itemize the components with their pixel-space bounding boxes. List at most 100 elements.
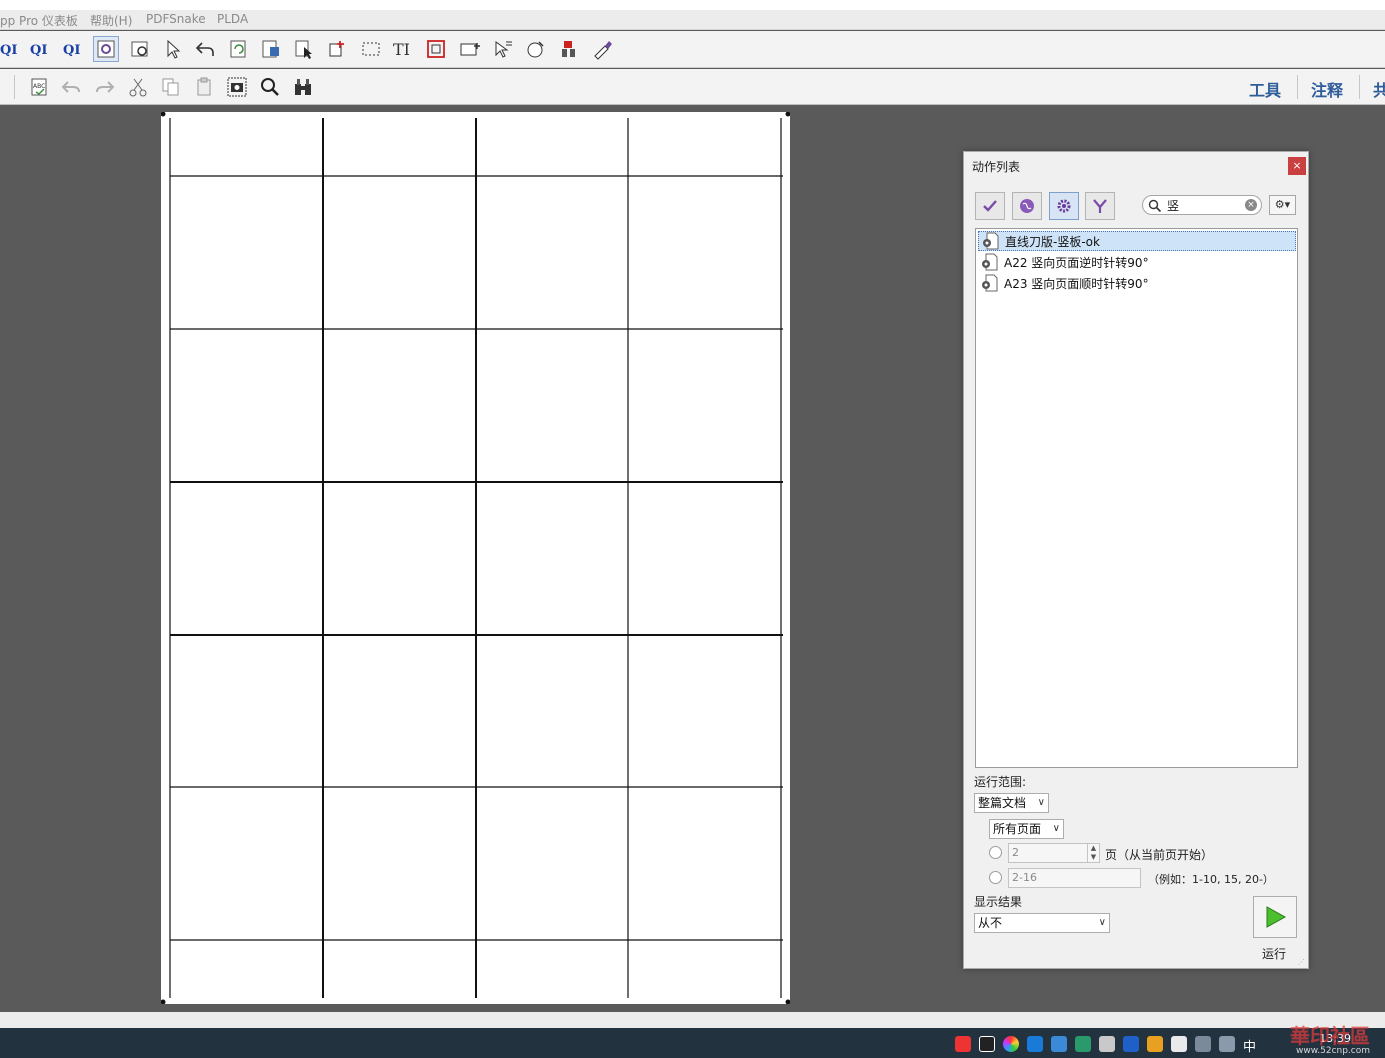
list-item[interactable]: 直线刀版-竖板-ok: [978, 231, 1296, 251]
search-input[interactable]: [1167, 197, 1245, 213]
action-file-icon: [982, 253, 998, 271]
toolbar-primary: QI QI QI TI: [0, 31, 1385, 68]
quite-imposing-icon-3[interactable]: QI: [59, 36, 85, 62]
find-binoculars-icon[interactable]: [290, 74, 316, 100]
watermark-url: www.52cnp.com: [1296, 1046, 1371, 1056]
run-button[interactable]: [1253, 896, 1297, 938]
clear-search-icon[interactable]: ×: [1245, 199, 1257, 211]
action-file-icon: [982, 274, 998, 292]
options-menu-button[interactable]: ⚙▾: [1269, 195, 1296, 215]
stamp-tool-icon[interactable]: [589, 36, 615, 62]
thunder-tray-icon[interactable]: [1027, 1036, 1043, 1052]
rotate-page-icon[interactable]: [225, 36, 251, 62]
select-arrow-icon[interactable]: [160, 36, 186, 62]
spell-check-icon[interactable]: ABC: [26, 74, 52, 100]
show-result-value: 从不: [978, 916, 1003, 930]
menu-help[interactable]: 帮助(H): [90, 12, 132, 29]
taskbar: 中 13:39: [0, 1028, 1385, 1058]
bluetooth-tray-icon[interactable]: [1123, 1036, 1139, 1052]
action-list[interactable]: 直线刀版-竖板-ok A22 竖向页面逆时针转90° A23 竖向页面顺时针转9…: [975, 228, 1298, 768]
dialog-titlebar[interactable]: 动作列表 ×: [964, 152, 1308, 178]
svg-text:TI: TI: [393, 40, 410, 59]
window-title-strip: [0, 0, 1385, 10]
chevron-down-icon: ∨: [1037, 797, 1045, 808]
chevron-down-icon: ∨: [1098, 917, 1106, 928]
marquee-select-icon[interactable]: [358, 36, 384, 62]
action-label: A23 竖向页面顺时针转90°: [1004, 276, 1149, 291]
page-range-input[interactable]: 2-16: [1008, 868, 1141, 888]
quite-imposing-icon-1[interactable]: QI: [0, 36, 22, 62]
pages-select-value: 所有页面: [993, 822, 1042, 836]
measure-tool-icon[interactable]: [556, 36, 582, 62]
page-range-radio[interactable]: [989, 871, 1002, 884]
comment-link[interactable]: 注释: [1311, 77, 1343, 101]
settings-actions-button[interactable]: [1049, 192, 1079, 220]
tools-link[interactable]: 工具: [1249, 77, 1281, 101]
scope-select[interactable]: 整篇文档 ∨: [974, 793, 1049, 813]
search-icon[interactable]: [257, 74, 283, 100]
menu-dashboard[interactable]: pp Pro 仪表板: [0, 12, 78, 29]
action-search-box[interactable]: ×: [1142, 195, 1262, 215]
check-actions-button[interactable]: [975, 192, 1005, 220]
ve-tray-icon[interactable]: [1171, 1036, 1187, 1052]
close-button[interactable]: ×: [1288, 157, 1306, 175]
quite-imposing-icon-2[interactable]: QI: [26, 36, 52, 62]
undo-icon[interactable]: [58, 74, 84, 100]
form-field-icon[interactable]: [457, 36, 483, 62]
list-item[interactable]: A23 竖向页面顺时针转90°: [978, 273, 1296, 293]
resize-grip-icon[interactable]: ⋰: [1298, 958, 1306, 966]
page-insert-icon[interactable]: [258, 36, 284, 62]
menu-plda[interactable]: PLDA: [217, 12, 248, 26]
list-item[interactable]: A22 竖向页面逆时针转90°: [978, 252, 1296, 272]
status-bar: [0, 1012, 1385, 1028]
show-result-select[interactable]: 从不 ∨: [974, 913, 1110, 933]
checkmark-icon: [983, 200, 997, 212]
folder-tray-icon[interactable]: [1099, 1036, 1115, 1052]
object-select-icon[interactable]: [423, 36, 449, 62]
snapshot-icon[interactable]: [224, 74, 250, 100]
chevron-down-icon: ∨: [1052, 823, 1060, 834]
svg-text:QI: QI: [30, 43, 47, 58]
spinner-arrows-icon[interactable]: ▲ ▼: [1087, 844, 1099, 862]
document-page[interactable]: [161, 112, 790, 1004]
show-result-label: 显示结果: [974, 895, 1023, 909]
qq-tray-icon[interactable]: [979, 1036, 995, 1052]
preview-icon[interactable]: [127, 36, 153, 62]
crop-box-icon[interactable]: [324, 36, 350, 62]
page-count-radio[interactable]: [989, 846, 1002, 859]
filter-actions-button[interactable]: [1085, 192, 1115, 220]
toolbar-secondary: ABC 工具 注释 共: [0, 69, 1385, 105]
app-tray-icon[interactable]: [1051, 1036, 1067, 1052]
menu-pdfsnake[interactable]: PDFSnake: [146, 12, 206, 26]
shield-tray-icon[interactable]: [1147, 1036, 1163, 1052]
action-wizard-icon[interactable]: [93, 36, 119, 62]
search-icon: [1148, 199, 1162, 213]
pages-select[interactable]: 所有页面 ∨: [989, 819, 1064, 839]
corner-mark: [161, 112, 166, 117]
link-tool-icon[interactable]: [490, 36, 516, 62]
share-link[interactable]: 共: [1373, 77, 1385, 101]
color-tray-icon[interactable]: [1003, 1036, 1019, 1052]
page-select-icon[interactable]: [291, 36, 317, 62]
ime-indicator[interactable]: 中: [1243, 1036, 1256, 1055]
text-tool-icon[interactable]: TI: [389, 36, 415, 62]
volume-tray-icon[interactable]: [1219, 1036, 1235, 1052]
svg-text:QI: QI: [63, 43, 80, 58]
menu-bar: pp Pro 仪表板 帮助(H) PDFSnake PLDA: [0, 10, 1385, 30]
sound-tool-icon[interactable]: [523, 36, 549, 62]
action-label: A22 竖向页面逆时针转90°: [1004, 255, 1149, 270]
cut-icon[interactable]: [125, 74, 151, 100]
global-actions-button[interactable]: [1012, 192, 1042, 220]
copy-icon[interactable]: [158, 74, 184, 100]
monitor-tray-icon[interactable]: [1195, 1036, 1211, 1052]
network-tray-icon[interactable]: [1075, 1036, 1091, 1052]
action-list-dialog: 动作列表 × × ⚙▾ 直线刀版-竖板-ok A22 竖向页面逆时针转90° A…: [963, 151, 1309, 969]
undo-arrow-icon[interactable]: [192, 36, 218, 62]
dialog-title: 动作列表: [972, 160, 1021, 174]
redo-icon[interactable]: [92, 74, 118, 100]
corner-mark: [785, 999, 790, 1004]
svg-text:QI: QI: [0, 43, 17, 58]
antivirus-tray-icon[interactable]: [955, 1036, 971, 1052]
paste-icon[interactable]: [191, 74, 217, 100]
page-count-input[interactable]: 2 ▲ ▼: [1008, 843, 1100, 863]
